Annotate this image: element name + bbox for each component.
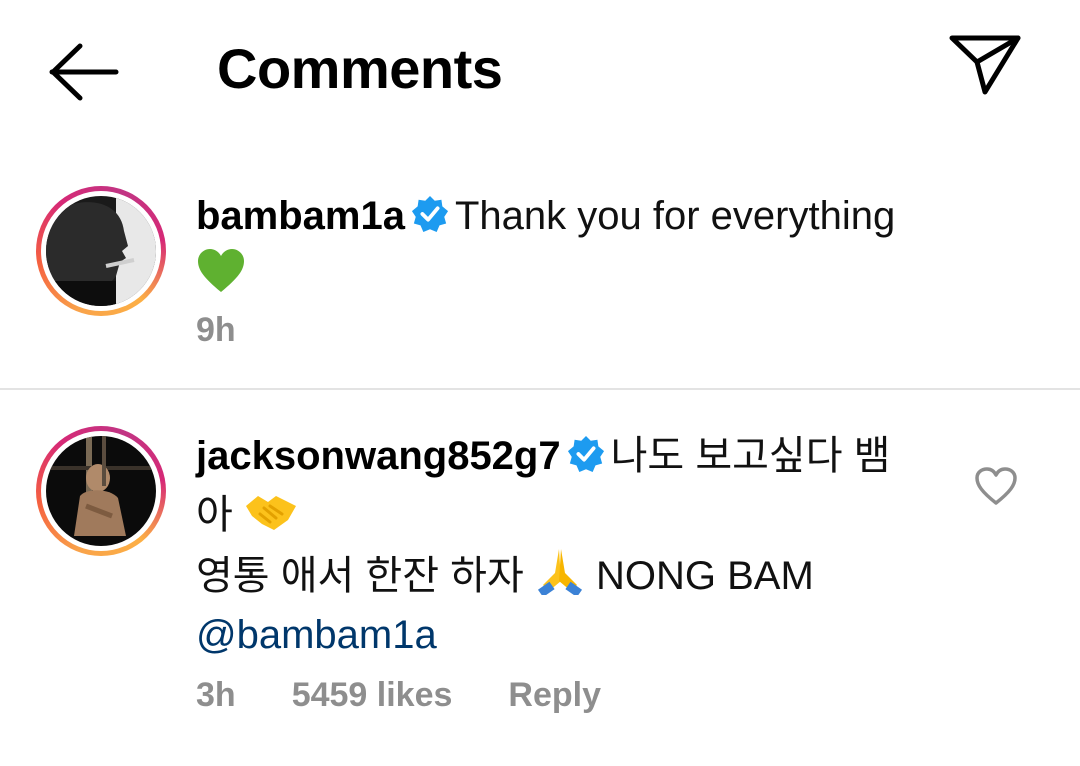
comment-username[interactable]: jacksonwang852g7 bbox=[196, 434, 561, 478]
comments-screen: Comments bambam1a Thank you for everythi… bbox=[0, 0, 1080, 766]
heart-outline-icon bbox=[975, 467, 1017, 505]
likes-count[interactable]: 5459 likes bbox=[292, 675, 453, 715]
comment-text: Thank you for everything bbox=[454, 194, 896, 238]
verified-badge-icon bbox=[411, 195, 449, 233]
comment-username[interactable]: bambam1a bbox=[196, 194, 405, 238]
comment-text-line3: 영통 애서 한잔 하자 bbox=[196, 554, 524, 598]
avatar-jacksonwang852g7[interactable] bbox=[36, 426, 166, 556]
comment-time: 3h bbox=[196, 676, 236, 714]
comment-body: jacksonwang852g7 나도 보고싶다 뱀 아 영통 애서 한잔 하자… bbox=[196, 427, 956, 665]
avatar-photo bbox=[46, 436, 156, 546]
comment-text-line1: 나도 보고싶다 뱀 bbox=[610, 434, 891, 478]
comment-time: 9h bbox=[196, 311, 236, 349]
avatar-bambam1a[interactable] bbox=[36, 186, 166, 316]
mention-link[interactable]: @bambam1a bbox=[196, 613, 437, 657]
folded-hands-icon bbox=[537, 549, 582, 595]
handshake-icon bbox=[245, 496, 296, 530]
avatar-photo bbox=[46, 196, 156, 306]
green-heart-icon bbox=[198, 249, 244, 292]
verified-badge-icon bbox=[567, 435, 604, 473]
like-button[interactable] bbox=[974, 466, 1018, 506]
comment-text-line2: 아 bbox=[196, 493, 233, 537]
reply-button[interactable]: Reply bbox=[508, 675, 601, 715]
comment-meta: 3h 5459 likes Reply bbox=[196, 675, 657, 715]
comment-item: jacksonwang852g7 나도 보고싶다 뱀 아 영통 애서 한잔 하자… bbox=[0, 390, 1080, 766]
comment-text-tail: NONG BAM bbox=[596, 554, 814, 598]
comment-meta: 9h bbox=[196, 310, 292, 350]
caption-comment: bambam1a Thank you for everything 9h bbox=[0, 0, 1080, 388]
comment-body: bambam1a Thank you for everything bbox=[196, 187, 956, 305]
